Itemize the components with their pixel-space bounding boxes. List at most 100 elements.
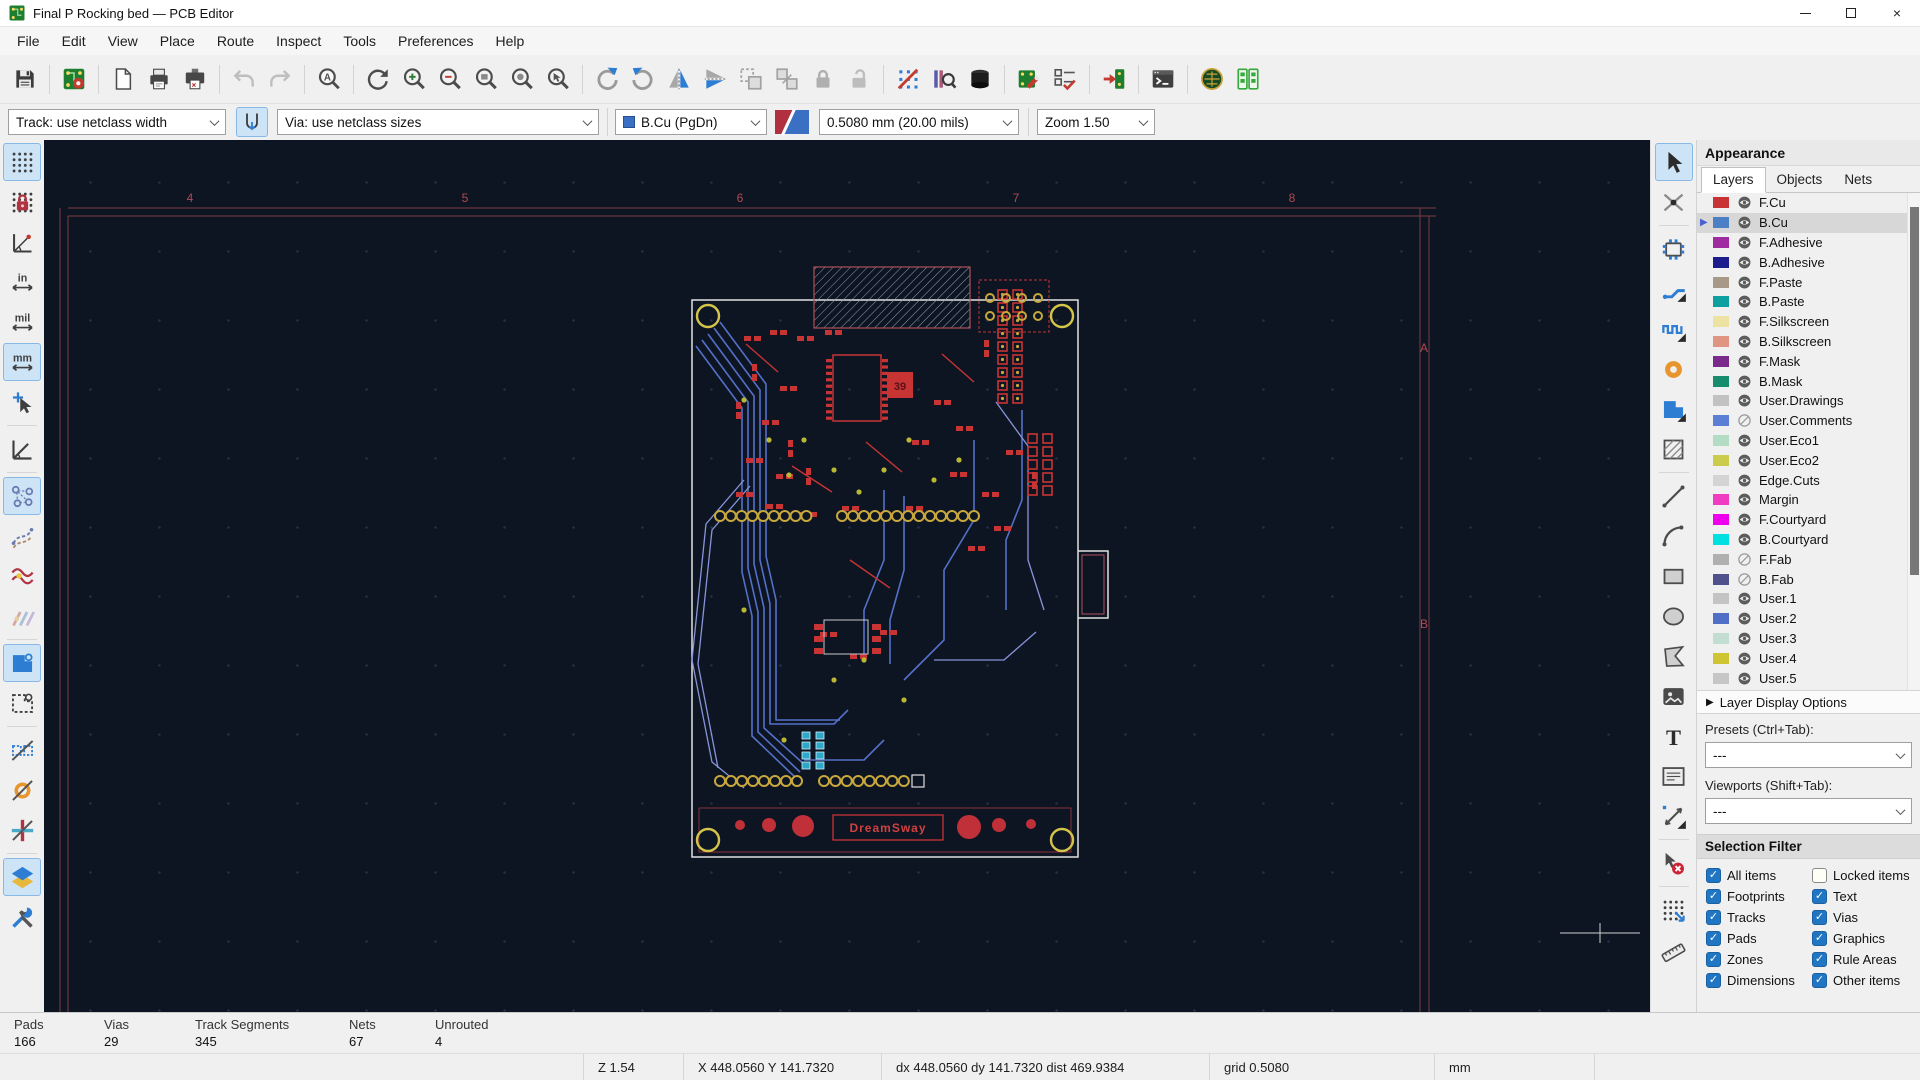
menu-help[interactable]: Help bbox=[484, 29, 535, 53]
layer-row-user-eco1[interactable]: User.Eco1 bbox=[1697, 431, 1920, 451]
grid-override-icon[interactable] bbox=[3, 183, 41, 221]
polygon-tool-icon[interactable] bbox=[1655, 637, 1693, 675]
net-inspector-icon[interactable] bbox=[927, 62, 961, 96]
via-size-select[interactable]: Via: use netclass sizes bbox=[277, 109, 599, 135]
layer-row-b-cu[interactable]: ▶ B.Cu bbox=[1697, 212, 1920, 233]
arc-tool-icon[interactable] bbox=[1655, 517, 1693, 555]
filter-locked-items[interactable]: Locked items bbox=[1812, 868, 1920, 883]
layer-color-swatch[interactable] bbox=[1713, 316, 1729, 328]
eye-open-icon[interactable] bbox=[1737, 294, 1752, 309]
scrollbar-thumb[interactable] bbox=[1910, 207, 1919, 575]
grid-visibility-icon[interactable] bbox=[3, 143, 41, 181]
tracks-outline-icon[interactable] bbox=[3, 811, 41, 849]
zoom-out-icon[interactable] bbox=[433, 62, 467, 96]
layer-stack-icon[interactable] bbox=[963, 62, 997, 96]
minimize-button[interactable] bbox=[1782, 0, 1828, 26]
eye-open-icon[interactable] bbox=[1737, 314, 1752, 329]
units-inches-icon[interactable]: in bbox=[3, 263, 41, 301]
layer-row-user-comments[interactable]: User.Comments bbox=[1697, 411, 1920, 431]
textbox-tool-icon[interactable] bbox=[1655, 757, 1693, 795]
layer-row-user-1[interactable]: User.1 bbox=[1697, 589, 1920, 609]
layer-color-swatch[interactable] bbox=[1713, 573, 1729, 585]
text-tool-icon[interactable]: T bbox=[1655, 717, 1693, 755]
unlock-icon[interactable] bbox=[842, 62, 876, 96]
net-highlight-icon[interactable] bbox=[3, 557, 41, 595]
layer-row-f-cu[interactable]: F.Cu bbox=[1697, 193, 1920, 213]
route-track-icon[interactable] bbox=[1655, 270, 1693, 308]
layer-row-b-fab[interactable]: B.Fab bbox=[1697, 569, 1920, 589]
image-tool-icon[interactable] bbox=[1655, 677, 1693, 715]
layer-color-swatch[interactable] bbox=[1713, 613, 1729, 625]
layer-color-swatch[interactable] bbox=[1713, 375, 1729, 387]
checkbox-checked-icon[interactable]: ✓ bbox=[1812, 952, 1827, 967]
tune-length-icon[interactable] bbox=[1655, 310, 1693, 348]
zone-tool-icon[interactable] bbox=[1655, 390, 1693, 428]
layer-color-swatch[interactable] bbox=[1713, 256, 1729, 268]
layer-display-options[interactable]: ▶ Layer Display Options bbox=[1697, 690, 1920, 714]
vias-outline-icon[interactable] bbox=[3, 771, 41, 809]
layers-scrollbar[interactable] bbox=[1907, 193, 1920, 690]
eye-open-icon[interactable] bbox=[1737, 374, 1752, 389]
zones-outline-icon[interactable] bbox=[3, 684, 41, 722]
eye-open-icon[interactable] bbox=[1737, 215, 1752, 230]
layer-color-swatch[interactable] bbox=[1713, 553, 1729, 565]
ungroup-icon[interactable] bbox=[770, 62, 804, 96]
checkbox-checked-icon[interactable]: ✓ bbox=[1812, 973, 1827, 988]
rect-tool-icon[interactable] bbox=[1655, 557, 1693, 595]
layer-row-user-eco2[interactable]: User.Eco2 bbox=[1697, 450, 1920, 470]
high-contrast-icon[interactable] bbox=[3, 858, 41, 896]
eye-open-icon[interactable] bbox=[1737, 671, 1752, 686]
eye-open-icon[interactable] bbox=[1737, 334, 1752, 349]
checkbox-checked-icon[interactable]: ✓ bbox=[1706, 889, 1721, 904]
layer-row-f-mask[interactable]: F.Mask bbox=[1697, 351, 1920, 371]
layer-row-f-adhesive[interactable]: F.Adhesive bbox=[1697, 233, 1920, 253]
menu-place[interactable]: Place bbox=[149, 29, 206, 53]
board-setup-icon[interactable] bbox=[57, 62, 91, 96]
eye-open-icon[interactable] bbox=[1737, 492, 1752, 507]
layer-row-f-silkscreen[interactable]: F.Silkscreen bbox=[1697, 312, 1920, 332]
ratsnest-visibility-icon[interactable] bbox=[891, 62, 925, 96]
polar-coords-icon[interactable] bbox=[3, 223, 41, 261]
layer-color-swatch[interactable] bbox=[1713, 236, 1729, 248]
filter-dimensions[interactable]: ✓ Dimensions bbox=[1706, 973, 1812, 988]
layer-color-swatch[interactable] bbox=[1713, 454, 1729, 466]
layer-row-edge-cuts[interactable]: Edge.Cuts bbox=[1697, 470, 1920, 490]
lock-icon[interactable] bbox=[806, 62, 840, 96]
viewports-select[interactable]: --- bbox=[1705, 798, 1912, 824]
layer-row-user-3[interactable]: User.3 bbox=[1697, 629, 1920, 649]
checkbox-checked-icon[interactable]: ✓ bbox=[1706, 973, 1721, 988]
layer-color-swatch[interactable] bbox=[1713, 593, 1729, 605]
eye-open-icon[interactable] bbox=[1737, 433, 1752, 448]
layer-row-b-paste[interactable]: B.Paste bbox=[1697, 292, 1920, 312]
drc-icon[interactable] bbox=[1048, 62, 1082, 96]
units-mils-icon[interactable]: mil bbox=[3, 303, 41, 341]
constrain-45-icon[interactable] bbox=[3, 430, 41, 468]
eye-open-icon[interactable] bbox=[1737, 512, 1752, 527]
layer-row-f-paste[interactable]: F.Paste bbox=[1697, 272, 1920, 292]
filter-text[interactable]: ✓ Text bbox=[1812, 889, 1920, 904]
grid-select[interactable]: 0.5080 mm (20.00 mils) bbox=[819, 109, 1019, 135]
layer-color-swatch[interactable] bbox=[1713, 632, 1729, 644]
zoom-selection-icon[interactable] bbox=[541, 62, 575, 96]
eye-open-icon[interactable] bbox=[1737, 195, 1752, 210]
layer-color-swatch[interactable] bbox=[1713, 276, 1729, 288]
refresh-icon[interactable] bbox=[361, 62, 395, 96]
group-icon[interactable] bbox=[734, 62, 768, 96]
layer-row-user-4[interactable]: User.4 bbox=[1697, 648, 1920, 668]
checkbox-checked-icon[interactable]: ✓ bbox=[1706, 931, 1721, 946]
track-width-select[interactable]: Track: use netclass width bbox=[8, 109, 226, 135]
update-pcb-icon[interactable] bbox=[1097, 62, 1131, 96]
eye-open-icon[interactable] bbox=[1737, 651, 1752, 666]
layer-row-b-courtyard[interactable]: B.Courtyard bbox=[1697, 530, 1920, 550]
eye-open-icon[interactable] bbox=[1737, 473, 1752, 488]
find-icon[interactable]: A bbox=[312, 62, 346, 96]
filter-pads[interactable]: ✓ Pads bbox=[1706, 931, 1812, 946]
layer-row-b-silkscreen[interactable]: B.Silkscreen bbox=[1697, 332, 1920, 352]
menu-inspect[interactable]: Inspect bbox=[265, 29, 332, 53]
eye-open-icon[interactable] bbox=[1737, 235, 1752, 250]
tab-nets[interactable]: Nets bbox=[1833, 168, 1883, 192]
tab-layers[interactable]: Layers bbox=[1701, 167, 1766, 193]
layer-color-swatch[interactable] bbox=[1713, 395, 1729, 407]
zoom-select[interactable]: Zoom 1.50 bbox=[1037, 109, 1155, 135]
ratsnest-curved-icon[interactable] bbox=[3, 517, 41, 555]
